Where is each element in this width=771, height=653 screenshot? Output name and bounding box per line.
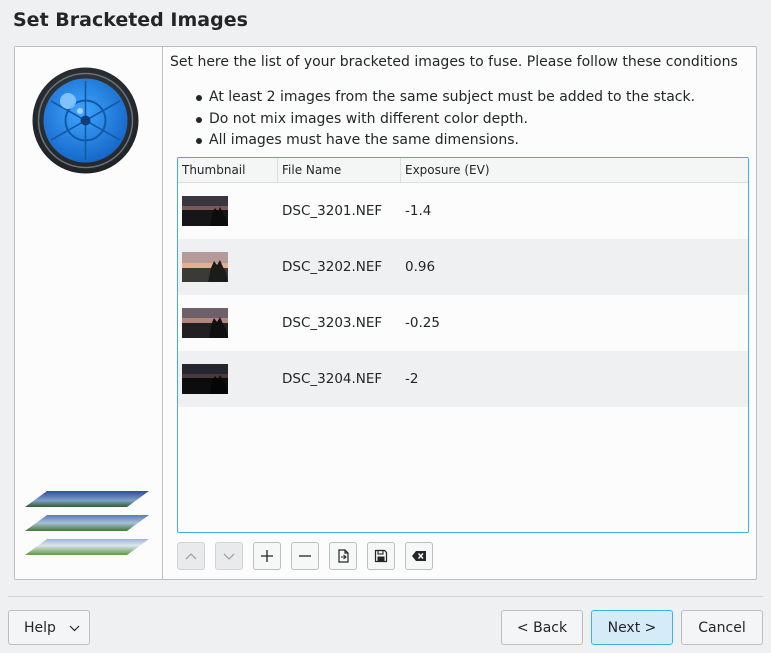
footer-separator: [8, 596, 763, 597]
clear-icon: [412, 551, 426, 561]
next-button[interactable]: Next >: [591, 610, 673, 645]
column-header-exposure[interactable]: Exposure (EV): [401, 158, 748, 182]
file-name-cell: DSC_3203.NEF: [282, 315, 383, 331]
page-title: Set Bracketed Images: [13, 9, 248, 31]
thumbnail-image: [182, 364, 228, 394]
add-images-button[interactable]: [253, 542, 281, 570]
thumbnail-image: [182, 252, 228, 282]
minus-icon: [299, 555, 311, 557]
file-name-cell: DSC_3204.NEF: [282, 371, 383, 387]
save-icon: [374, 549, 388, 563]
intro-text: Set here the list of your bracketed imag…: [170, 54, 738, 70]
table-row[interactable]: DSC_3201.NEF -1.4: [178, 183, 748, 239]
condition-item: Do not mix images with different color d…: [194, 109, 695, 131]
exposure-cell: -2: [405, 371, 419, 387]
save-list-button[interactable]: [367, 542, 395, 570]
plus-icon: [261, 550, 273, 562]
content-area: Set here the list of your bracketed imag…: [170, 47, 750, 579]
exposure-cell: -0.25: [405, 315, 440, 331]
wizard-frame: Set here the list of your bracketed imag…: [14, 46, 757, 580]
camera-lens-icon: [32, 67, 139, 174]
help-button-label: Help: [24, 619, 56, 636]
clear-list-button[interactable]: [405, 542, 433, 570]
back-button[interactable]: < Back: [501, 610, 583, 645]
column-header-thumbnail[interactable]: Thumbnail: [178, 158, 278, 182]
next-button-label: Next >: [607, 619, 657, 636]
bracketed-images-table[interactable]: Thumbnail File Name Exposure (EV) DSC_32…: [177, 157, 749, 533]
load-list-button[interactable]: [329, 542, 357, 570]
exposure-cell: -1.4: [405, 203, 432, 219]
move-down-button[interactable]: [215, 542, 243, 570]
chevron-down-icon: [69, 625, 80, 632]
cancel-button[interactable]: Cancel: [681, 610, 763, 645]
remove-image-button[interactable]: [291, 542, 319, 570]
column-header-file-name[interactable]: File Name: [278, 158, 401, 182]
file-name-cell: DSC_3202.NEF: [282, 259, 383, 275]
table-row[interactable]: DSC_3203.NEF -0.25: [178, 295, 748, 351]
thumbnail-image: [182, 308, 228, 338]
condition-item: All images must have the same dimensions…: [194, 130, 695, 152]
move-up-button[interactable]: [177, 542, 205, 570]
back-button-label: < Back: [516, 619, 568, 636]
table-row[interactable]: DSC_3202.NEF 0.96: [178, 239, 748, 295]
cancel-button-label: Cancel: [698, 619, 746, 636]
table-row[interactable]: DSC_3204.NEF -2: [178, 351, 748, 407]
load-file-icon: [338, 549, 349, 563]
arrow-down-icon: [223, 553, 235, 560]
thumbnail-image: [182, 196, 228, 226]
image-stack-icon: [25, 491, 149, 555]
conditions-list: At least 2 images from the same subject …: [194, 87, 695, 152]
table-header: Thumbnail File Name Exposure (EV): [178, 158, 748, 183]
condition-item: At least 2 images from the same subject …: [194, 87, 695, 109]
help-button[interactable]: Help: [8, 610, 90, 645]
file-name-cell: DSC_3201.NEF: [282, 203, 383, 219]
exposure-cell: 0.96: [405, 259, 436, 275]
arrow-up-icon: [185, 553, 197, 560]
side-panel: [15, 47, 163, 579]
